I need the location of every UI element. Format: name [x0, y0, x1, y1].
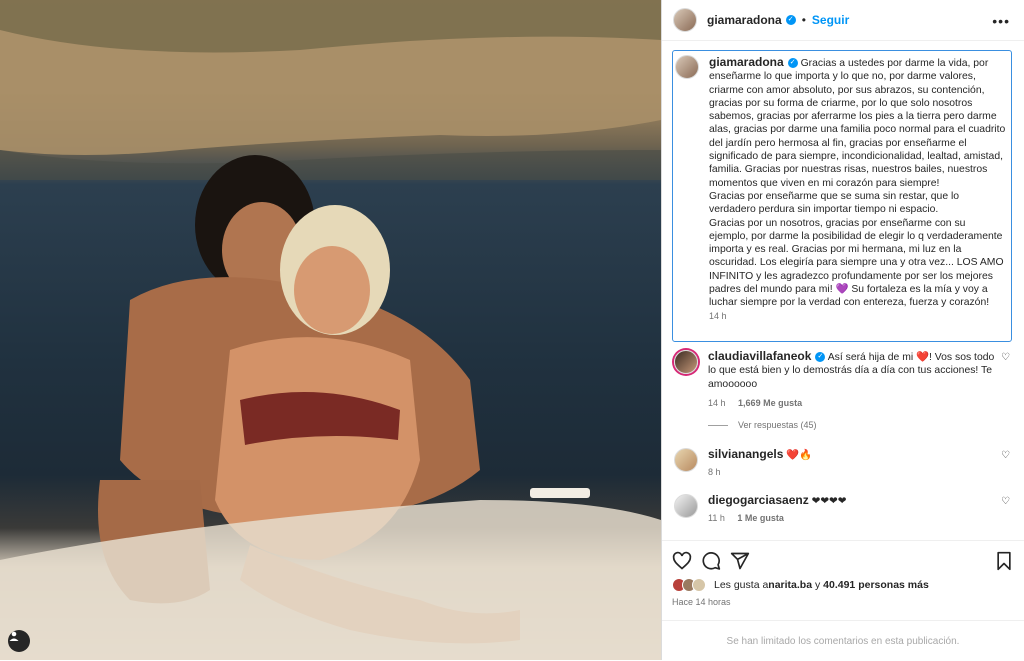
- comment-avatar[interactable]: [674, 350, 698, 374]
- likes-summary: Les gusta a narita.ba y 40.491 personas …: [672, 578, 929, 592]
- likes-count[interactable]: 40.491 personas más: [823, 579, 929, 591]
- post-side-panel: giamaradona ✓ • Seguir ••• giamaradona ✓ …: [662, 0, 1024, 660]
- comment-icon[interactable]: [701, 551, 721, 571]
- photo-illustration: [0, 0, 661, 660]
- post-header: giamaradona ✓ • Seguir •••: [662, 0, 1024, 41]
- comment-avatar[interactable]: [674, 494, 698, 518]
- comment-likes[interactable]: 1 Me gusta: [737, 513, 784, 523]
- comment-username[interactable]: diegogarciasaenz: [708, 493, 809, 507]
- comment-like-heart-icon[interactable]: ♡: [1001, 450, 1010, 461]
- comments-limited-notice: Se han limitado los comentarios en esta …: [662, 620, 1024, 661]
- tagged-users-button[interactable]: [8, 630, 30, 652]
- post-caption: giamaradona ✓ Gracias a ustedes por darme…: [672, 50, 1012, 342]
- comment-text: ❤❤❤❤: [811, 496, 847, 507]
- comment-time: 11 h: [708, 513, 725, 524]
- caption-text: Gracias a ustedes por darme la vida, por…: [709, 58, 1006, 309]
- caption-body: giamaradona ✓ Gracias a ustedes por darme…: [709, 55, 1007, 323]
- comment-likes[interactable]: 1,669 Me gusta: [738, 398, 802, 408]
- comment-text: ❤️🔥: [786, 450, 813, 461]
- likes-prefix: Les gusta a: [714, 579, 769, 591]
- posted-time: Hace 14 horas: [672, 597, 731, 607]
- author-username[interactable]: giamaradona: [707, 13, 782, 27]
- likes-user[interactable]: narita.ba: [768, 579, 812, 591]
- replies-line: [708, 424, 728, 426]
- comment-avatar[interactable]: [674, 448, 698, 472]
- caption-avatar[interactable]: [675, 55, 699, 79]
- post-photo[interactable]: [0, 0, 661, 660]
- comment-meta: 11 h 1 Me gusta: [708, 512, 998, 525]
- post-actions: [662, 540, 1024, 581]
- verified-badge-icon: ✓: [787, 58, 798, 69]
- comment-body: diegogarciasaenz ❤❤❤❤ 11 h 1 Me gusta: [708, 493, 998, 526]
- view-replies-label: Ver respuestas (45): [738, 420, 817, 430]
- comment-body: silvianangels ❤️🔥 8 h: [708, 447, 998, 480]
- bookmark-icon[interactable]: [994, 551, 1014, 571]
- comment-username[interactable]: claudiavillafaneok: [708, 349, 811, 363]
- heart-icon[interactable]: [672, 551, 692, 571]
- likes-middle: y: [812, 579, 824, 591]
- comment-username[interactable]: silvianangels: [708, 447, 783, 461]
- caption-time: 14 h: [709, 310, 727, 321]
- share-icon[interactable]: [730, 551, 750, 571]
- comment-time: 8 h: [708, 467, 721, 478]
- verified-badge-icon: ✓: [785, 15, 796, 25]
- view-replies-button[interactable]: Ver respuestas (45): [708, 420, 817, 430]
- comment-meta: 8 h: [708, 466, 998, 479]
- comment-body: claudiavillafaneok ✓ Así será hija de mi …: [708, 349, 998, 410]
- caption-username[interactable]: giamaradona: [709, 55, 784, 69]
- user-tag-icon: [9, 631, 19, 641]
- comment-like-heart-icon[interactable]: ♡: [1001, 352, 1010, 363]
- comment-meta: 14 h 1,669 Me gusta: [708, 397, 998, 410]
- more-icon[interactable]: •••: [992, 13, 1010, 29]
- liker-avatar: [692, 578, 706, 592]
- author-avatar[interactable]: [673, 8, 697, 32]
- comment-time: 14 h: [708, 397, 726, 408]
- verified-badge-icon: ✓: [815, 352, 826, 363]
- header-separator: •: [801, 13, 806, 27]
- follow-button[interactable]: Seguir: [812, 13, 849, 27]
- comment-like-heart-icon[interactable]: ♡: [1001, 496, 1010, 507]
